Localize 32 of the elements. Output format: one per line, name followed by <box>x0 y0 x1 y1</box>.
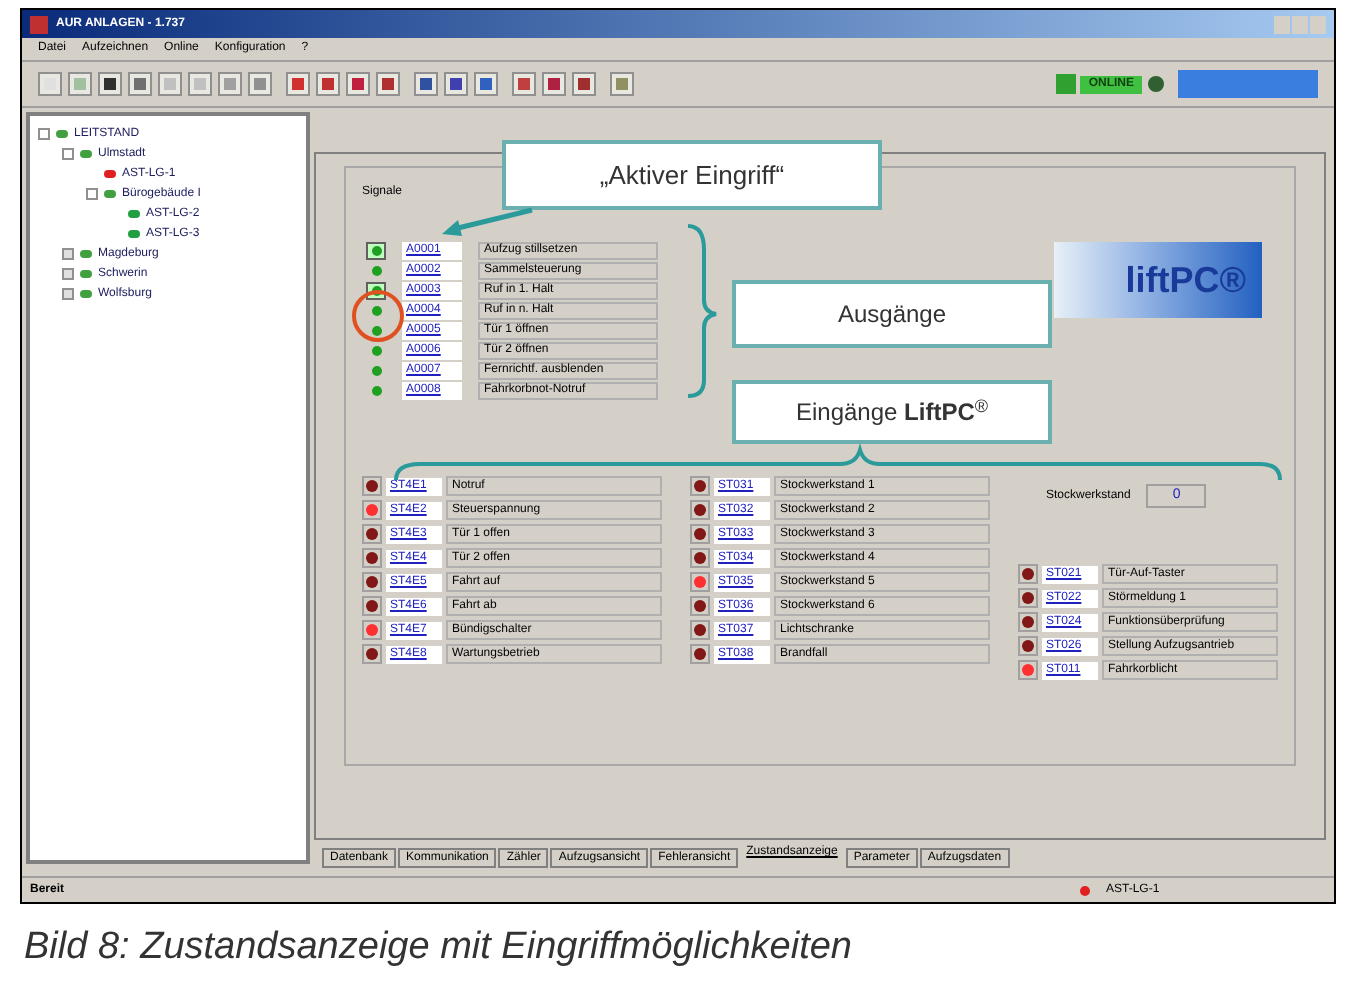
expander-icon[interactable] <box>62 248 74 260</box>
toolbar-button-icon[interactable] <box>444 72 468 96</box>
toolbar-button-icon[interactable] <box>316 72 340 96</box>
expander-icon[interactable] <box>86 188 98 200</box>
expander-icon[interactable] <box>38 128 50 140</box>
toolbar-button-icon[interactable] <box>346 72 370 96</box>
node-icon <box>80 290 92 298</box>
figure-caption: Bild 8: Zustandsanzeige mit Eingriffmöglichkeiten <box>24 924 852 972</box>
toolbar-button-icon[interactable] <box>414 72 438 96</box>
node-icon <box>80 150 92 158</box>
toolbar-button-icon[interactable] <box>98 72 122 96</box>
output-led[interactable] <box>366 242 386 260</box>
toolbar-button-icon[interactable] <box>542 72 566 96</box>
node-icon <box>80 270 92 278</box>
callout-box: Eingänge LiftPC$^{®}$ <box>732 380 1052 444</box>
app-icon <box>30 15 48 33</box>
node-icon <box>104 190 116 198</box>
expander-icon[interactable] <box>62 288 74 300</box>
expander-icon[interactable] <box>62 148 74 160</box>
status-led-icon <box>1080 885 1090 895</box>
expander-icon[interactable] <box>62 268 74 280</box>
callout-box: „Aktiver Eingriff“ <box>502 140 882 210</box>
toolbar-button-icon[interactable] <box>376 72 400 96</box>
toolbar-button-icon[interactable] <box>572 72 596 96</box>
progress-panel <box>1178 70 1318 98</box>
node-icon <box>80 250 92 258</box>
callout-box: Ausgänge <box>732 280 1052 348</box>
highlight-circle <box>352 290 404 342</box>
logo: liftPC® <box>1054 242 1262 318</box>
node-icon <box>56 130 68 138</box>
callout-arrow <box>442 207 533 236</box>
toolbar-button-icon[interactable] <box>474 72 498 96</box>
